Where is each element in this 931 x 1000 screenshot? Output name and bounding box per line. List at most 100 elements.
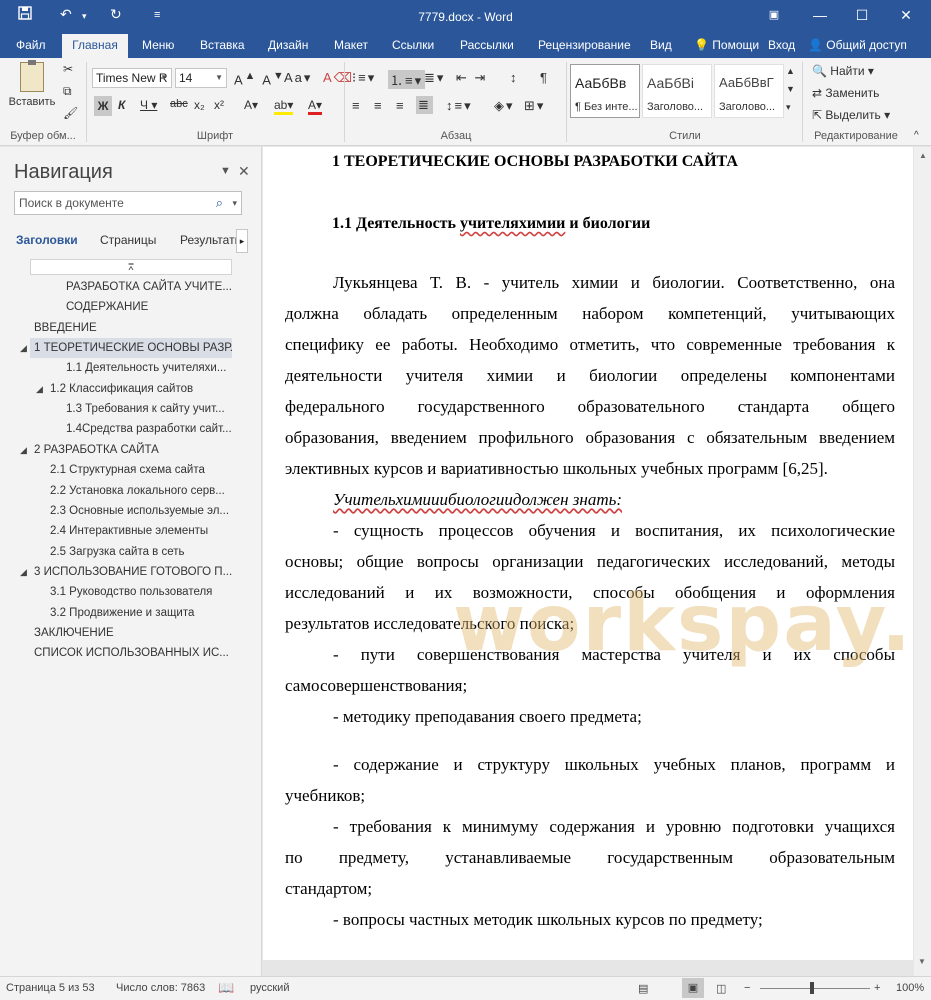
line-spacing-icon[interactable]: ↕≡▾: [446, 98, 473, 114]
nav-search-input[interactable]: Поиск в документе ⌕ ▾: [14, 191, 242, 215]
search-icon[interactable]: ⌕: [216, 192, 223, 214]
tab-file[interactable]: Файл: [8, 34, 54, 58]
expand-triangle-icon[interactable]: ◢: [20, 567, 27, 578]
tab-menu[interactable]: Меню: [134, 34, 182, 58]
nav-close-icon[interactable]: ✕: [238, 163, 250, 180]
tab-design[interactable]: Дизайн: [260, 34, 316, 58]
borders-icon[interactable]: ⊞▾: [524, 98, 545, 114]
zoom-in-icon[interactable]: +: [874, 982, 880, 994]
align-left-icon[interactable]: ≡: [352, 98, 362, 113]
language-indicator[interactable]: русский: [250, 982, 289, 994]
zoom-slider[interactable]: [760, 982, 870, 994]
sort-icon[interactable]: ↕: [510, 70, 519, 85]
pilcrow-icon[interactable]: ¶: [540, 70, 549, 85]
nav-tab-pages[interactable]: Страницы: [100, 233, 156, 247]
nav-heading-item[interactable]: 1 ТЕОРЕТИЧЕСКИЕ ОСНОВЫ РАЗР...: [30, 338, 232, 359]
nav-heading-item[interactable]: 2.3 Основные используемые эл...: [50, 501, 232, 521]
nav-heading-item[interactable]: ЗАКЛЮЧЕНИЕ: [34, 623, 232, 643]
share-button[interactable]: 👤 Общий доступ: [808, 34, 907, 58]
minimize-icon[interactable]: —: [806, 4, 834, 26]
nav-heading-item[interactable]: СОДЕРЖАНИЕ: [66, 297, 232, 317]
nav-heading-item[interactable]: 1.3 Требования к сайту учит...: [66, 399, 232, 419]
nav-heading-item[interactable]: 2.2 Установка локального серв...: [50, 481, 232, 501]
web-layout-icon[interactable]: ◫: [716, 982, 726, 995]
nav-heading-item[interactable]: 2 РАЗРАБОТКА САЙТА: [34, 440, 232, 460]
tab-references[interactable]: Ссылки: [384, 34, 442, 58]
tab-insert[interactable]: Вставка: [192, 34, 253, 58]
nav-heading-item[interactable]: 1.4Средства разработки сайт...: [66, 419, 232, 439]
styles-scroll-up-icon[interactable]: ▲: [786, 66, 795, 76]
bold-button[interactable]: Ж: [94, 96, 112, 116]
text-effects-icon[interactable]: A▾: [244, 98, 258, 112]
paste-button[interactable]: Вставить: [8, 60, 56, 108]
collapse-ribbon-icon[interactable]: ^: [914, 130, 919, 141]
tab-layout[interactable]: Макет: [326, 34, 376, 58]
nav-heading-item[interactable]: 1.2 Классификация сайтов: [50, 379, 232, 399]
page-count[interactable]: Страница 5 из 53: [6, 982, 95, 994]
italic-button[interactable]: К: [118, 98, 125, 112]
login-button[interactable]: Вход: [768, 34, 795, 58]
nav-tab-results[interactable]: Результаты: [180, 233, 236, 247]
find-button[interactable]: 🔍 Найти ▾: [812, 64, 874, 78]
nav-heading-item[interactable]: 2.5 Загрузка сайта в сеть: [50, 542, 232, 562]
align-right-icon[interactable]: ≡: [396, 98, 406, 113]
indent-buttons-icon[interactable]: ⇤ ⇥: [456, 70, 487, 86]
numbering-icon[interactable]: ⒈≡▾: [388, 70, 426, 89]
styles-more-icon[interactable]: ▾: [786, 102, 791, 113]
vertical-scrollbar[interactable]: ▲ ▼: [914, 147, 931, 976]
chevron-down-icon[interactable]: ▾: [232, 192, 237, 214]
nav-heading-item[interactable]: 2.1 Структурная схема сайта: [50, 460, 232, 480]
style-heading-2[interactable]: АаБбВвГ Заголово...: [714, 64, 784, 118]
scroll-down-icon[interactable]: ▼: [918, 957, 926, 966]
justify-icon[interactable]: ≣: [416, 96, 433, 114]
nav-heading-item[interactable]: РАЗРАБОТКА САЙТА УЧИТЕ...: [66, 277, 232, 297]
replace-button[interactable]: ⇄ Заменить: [812, 86, 879, 100]
read-mode-icon[interactable]: ▤: [638, 982, 648, 995]
format-painter-icon[interactable]: 🖌: [63, 106, 78, 120]
expand-triangle-icon[interactable]: ◢: [20, 445, 27, 456]
highlight-icon[interactable]: ab▾: [274, 98, 294, 115]
nav-heading-item[interactable]: 3.1 Руководство пользователя: [50, 582, 232, 602]
align-center-icon[interactable]: ≡: [374, 98, 384, 113]
document-area[interactable]: 1 ТЕОРЕТИЧЕСКИЕ ОСНОВЫ РАЗРАБОТКИ САЙТА …: [263, 147, 931, 976]
print-layout-icon[interactable]: ▣: [682, 978, 704, 998]
font-color-icon[interactable]: A▾: [308, 98, 323, 115]
change-case-icon[interactable]: Aa▾: [284, 70, 312, 86]
clear-formatting-icon[interactable]: A⌫: [323, 70, 354, 86]
tab-home[interactable]: Главная: [62, 34, 128, 58]
nav-tab-headings[interactable]: Заголовки: [16, 233, 78, 247]
scroll-up-icon[interactable]: ▲: [919, 151, 927, 160]
strikethrough-button[interactable]: abc: [170, 98, 188, 110]
cut-icon[interactable]: ✂: [63, 62, 73, 76]
font-size-buttons[interactable]: A▲ A▼: [234, 70, 286, 87]
bullets-icon[interactable]: ⁝≡▾: [352, 70, 376, 86]
word-count[interactable]: Число слов: 7863: [116, 982, 205, 994]
tab-review[interactable]: Рецензирование: [530, 34, 639, 58]
zoom-slider-thumb[interactable]: [810, 982, 814, 994]
maximize-icon[interactable]: ☐: [848, 4, 876, 26]
tab-mailings[interactable]: Рассылки: [452, 34, 522, 58]
document-page[interactable]: 1 ТЕОРЕТИЧЕСКИЕ ОСНОВЫ РАЗРАБОТКИ САЙТА …: [263, 147, 931, 960]
nav-heading-item[interactable]: 1.1 Деятельность учителяхи...: [66, 358, 232, 378]
tab-view[interactable]: Вид: [642, 34, 680, 58]
nav-collapse-all[interactable]: ⩞: [30, 259, 232, 275]
ribbon-display-options-icon[interactable]: ▣: [760, 4, 788, 26]
copy-icon[interactable]: ⧉: [63, 84, 72, 99]
expand-triangle-icon[interactable]: ◢: [20, 343, 27, 354]
select-button[interactable]: ⇱ Выделить ▾: [812, 108, 890, 122]
multilevel-list-icon[interactable]: ≣▾: [424, 70, 445, 86]
nav-heading-item[interactable]: 3 ИСПОЛЬЗОВАНИЕ ГОТОВОГО П...: [34, 562, 232, 582]
nav-heading-item[interactable]: ВВЕДЕНИЕ: [34, 318, 232, 338]
superscript-button[interactable]: x²: [214, 98, 224, 112]
zoom-level[interactable]: 100%: [896, 982, 924, 994]
nav-tabs-more-icon[interactable]: ▸: [236, 229, 248, 253]
nav-options-icon[interactable]: ▼: [220, 165, 231, 177]
nav-heading-item[interactable]: 2.4 Интерактивные элементы: [50, 521, 232, 541]
help-button[interactable]: 💡 Помощи: [694, 34, 759, 58]
style-heading-1[interactable]: АаБбВі Заголово...: [642, 64, 712, 118]
underline-button[interactable]: Ч ▾: [140, 98, 157, 112]
zoom-out-icon[interactable]: −: [744, 982, 750, 994]
nav-heading-item[interactable]: 3.2 Продвижение и защита: [50, 603, 232, 623]
subscript-button[interactable]: x₂: [194, 98, 205, 112]
shading-icon[interactable]: ◈▾: [494, 98, 515, 114]
